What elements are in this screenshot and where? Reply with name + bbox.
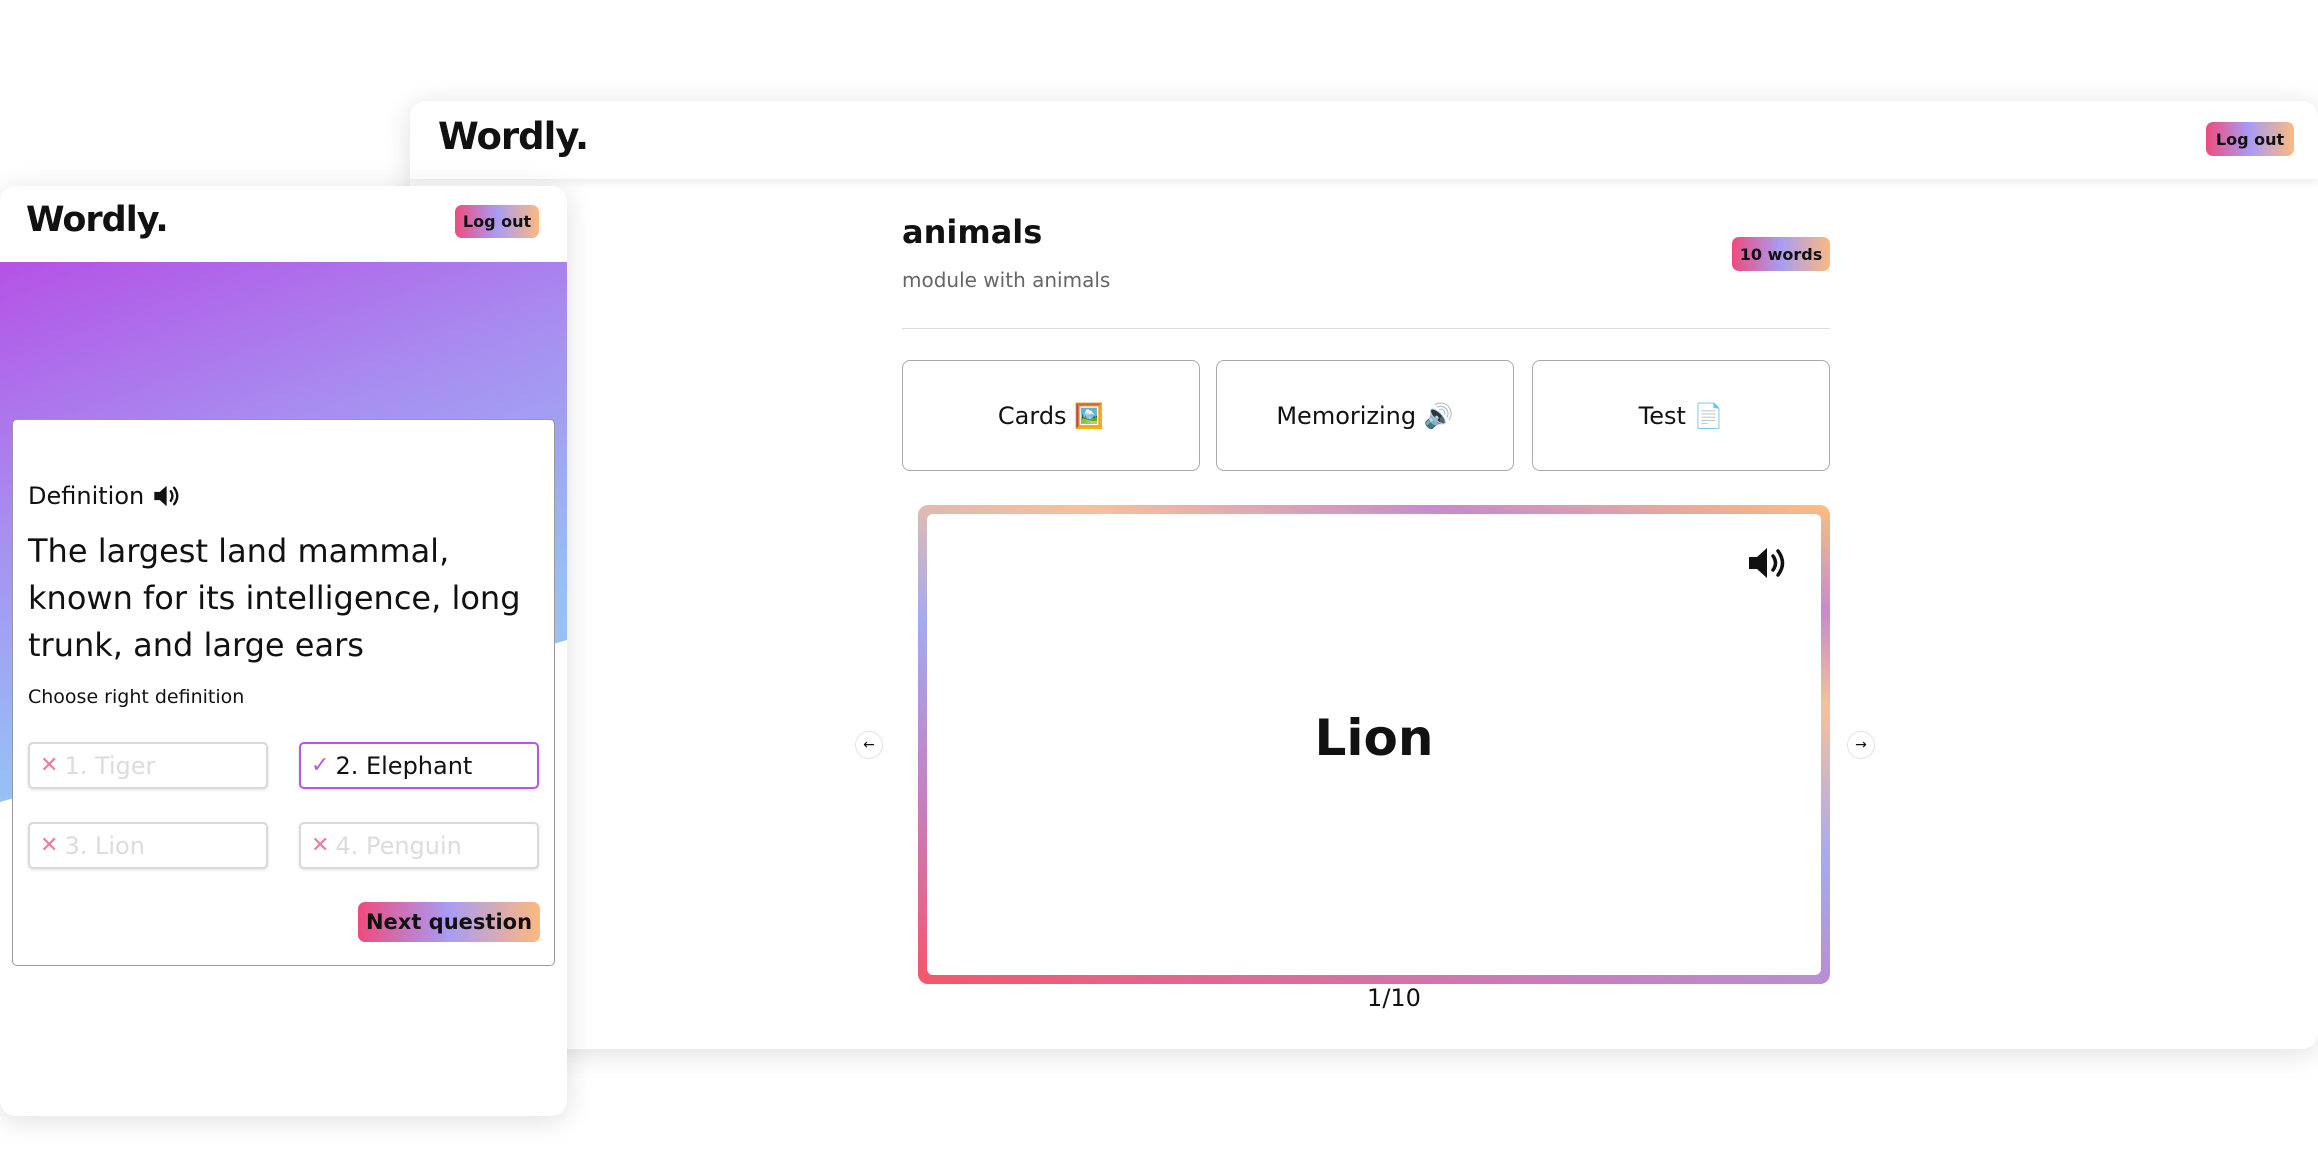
option-lion[interactable]: ✕ 3. Lion	[28, 822, 268, 869]
speaker-icon[interactable]	[152, 483, 184, 509]
arrow-right-icon[interactable]: →	[1847, 731, 1875, 759]
next-question-button[interactable]: Next question	[358, 902, 540, 942]
quiz-prompt: Choose right definition	[28, 686, 245, 708]
logo[interactable]: Wordly.	[26, 200, 169, 240]
option-penguin[interactable]: ✕ 4. Penguin	[299, 822, 539, 869]
definition-text: The largest land mammal, known for its i…	[28, 532, 521, 664]
cross-icon: ✕	[40, 753, 59, 778]
mode-memorizing-button[interactable]: Memorizing 🔊	[1216, 360, 1514, 471]
quiz-card: Definition The largest land mammal, know…	[12, 419, 555, 966]
flashcard-face: Lion	[927, 514, 1821, 975]
cross-icon: ✕	[40, 833, 59, 858]
mobile-window: Wordly. Log out Definition The largest l…	[0, 186, 567, 1116]
arrow-left-icon[interactable]: ←	[855, 731, 883, 759]
module-description: module with animals	[902, 268, 1111, 292]
card-counter: 1/10	[1367, 984, 1421, 1012]
mobile-header: Wordly. Log out	[0, 186, 567, 262]
option-label: 4. Penguin	[335, 831, 462, 860]
cross-icon: ✕	[311, 833, 330, 858]
logout-button[interactable]: Log out	[455, 205, 539, 238]
logout-button[interactable]: Log out	[2206, 122, 2294, 156]
definition-heading: Definition	[28, 482, 184, 510]
option-label: 3. Lion	[64, 831, 145, 860]
mode-test-button[interactable]: Test 📄	[1532, 360, 1830, 471]
speaker-icon[interactable]	[1747, 544, 1791, 582]
flashcard[interactable]: Lion	[918, 505, 1830, 984]
divider	[902, 328, 1830, 329]
module-title: animals	[902, 213, 1043, 251]
option-tiger[interactable]: ✕ 1. Tiger	[28, 742, 268, 789]
word-count-badge: 10 words	[1732, 237, 1830, 271]
logo[interactable]: Wordly.	[438, 115, 589, 158]
flashcard-word: Lion	[1314, 709, 1434, 767]
option-label: 2. Elephant	[335, 751, 473, 780]
mode-cards-button[interactable]: Cards 🖼️	[902, 360, 1200, 471]
desktop-window: Wordly. Log out animals module with anim…	[410, 101, 2318, 1049]
canvas: { "desktop": { "logo": "Wordly.", "logou…	[0, 0, 2318, 1149]
definition-label: Definition	[28, 482, 145, 510]
desktop-header: Wordly. Log out	[410, 101, 2318, 179]
option-elephant[interactable]: ✓ 2. Elephant	[299, 742, 539, 789]
check-icon: ✓	[311, 753, 330, 778]
option-label: 1. Tiger	[64, 751, 156, 780]
